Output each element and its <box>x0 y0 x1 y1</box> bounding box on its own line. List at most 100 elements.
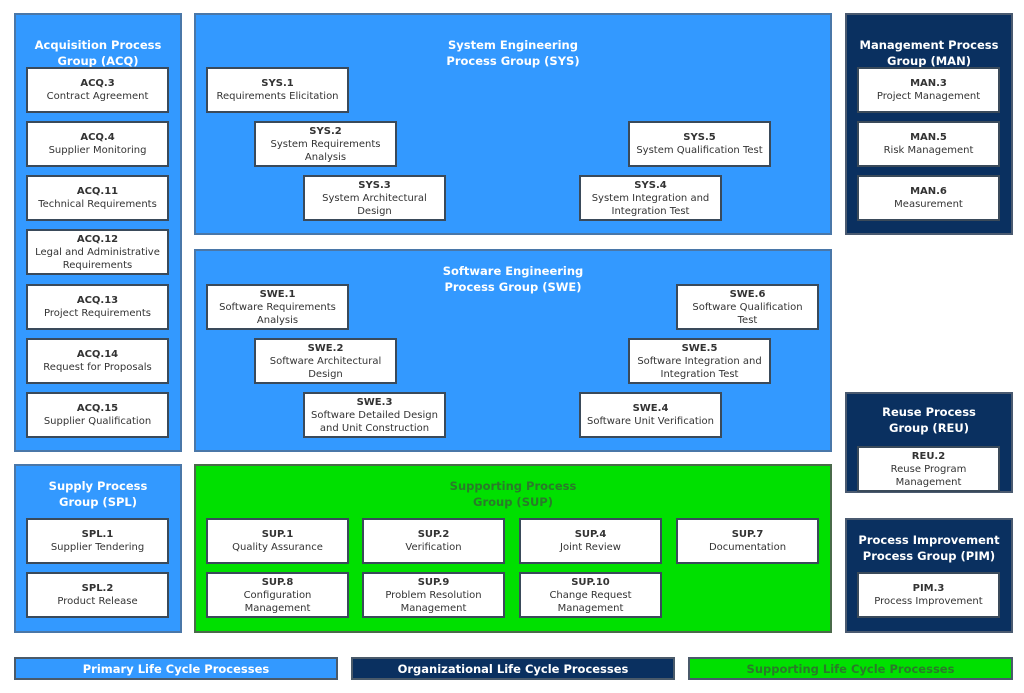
process-name: Software Integration and Integration Tes… <box>637 355 762 380</box>
process-code: PIM.3 <box>912 583 945 594</box>
process-box-sys-1: SYS.1 Requirements Elicitation <box>206 67 349 113</box>
process-name: System Architectural Design <box>322 192 427 217</box>
process-box-spl-1: SPL.1 Supplier Tendering <box>26 518 169 564</box>
process-code: SUP.2 <box>417 529 450 540</box>
process-name: Project Requirements <box>44 308 151 319</box>
process-name: Joint Review <box>560 542 621 553</box>
process-name: Supplier Monitoring <box>48 145 147 156</box>
process-box-sup-9: SUP.9 Problem Resolution Management <box>362 572 505 618</box>
process-box-sup-10: SUP.10 Change Request Management <box>519 572 662 618</box>
process-name: Software Requirements Analysis <box>219 301 336 326</box>
process-code: SYS.5 <box>683 132 716 143</box>
process-code: ACQ.14 <box>76 349 119 360</box>
process-box-acq-14: ACQ.14 Request for Proposals <box>26 338 169 384</box>
process-box-sys-3: SYS.3 System Architectural Design <box>303 175 446 221</box>
legend-primary: Primary Life Cycle Processes <box>14 657 338 680</box>
process-code: SYS.2 <box>309 125 342 137</box>
process-name: Software Qualification Test <box>692 301 803 326</box>
group-title: Process Improvement Process Group (PIM) <box>858 533 1000 563</box>
process-box-spl-2: SPL.2 Product Release <box>26 572 169 618</box>
process-box-swe-4: SWE.4 Software Unit Verification <box>579 392 722 438</box>
group-title: Management Process Group (MAN) <box>859 38 999 68</box>
process-name: Project Management <box>876 91 981 102</box>
process-box-sup-8: SUP.8 Configuration Management <box>206 572 349 618</box>
process-name: Software Unit Verification <box>587 416 714 427</box>
process-name: Contract Agreement <box>46 91 149 102</box>
process-box-reu-2: REU.2 Reuse Program Management <box>857 446 1000 492</box>
process-code: SUP.4 <box>574 529 607 540</box>
process-code: SWE.2 <box>307 342 344 354</box>
process-box-swe-6: SWE.6 Software Qualification Test <box>676 284 819 330</box>
process-box-swe-1: SWE.1 Software Requirements Analysis <box>206 284 349 330</box>
group-title: Acquisition Process Group (ACQ) <box>34 38 162 68</box>
process-name: Software Detailed Design and Unit Constr… <box>311 409 438 434</box>
process-box-man-6: MAN.6 Measurement <box>857 175 1000 221</box>
process-code: ACQ.3 <box>80 78 115 89</box>
process-code: SWE.4 <box>632 403 669 414</box>
process-name: Reuse Program Management <box>890 463 967 488</box>
process-name: Legal and Administrative Requirements <box>35 246 160 271</box>
process-code: SPL.2 <box>81 583 114 594</box>
process-name: Problem Resolution Management <box>385 589 482 614</box>
process-code: MAN.6 <box>910 186 947 197</box>
process-name: Requirements Elicitation <box>216 91 339 102</box>
process-code: SYS.3 <box>358 179 391 191</box>
process-code: SWE.3 <box>356 396 393 408</box>
process-code: ACQ.13 <box>76 295 119 306</box>
process-box-acq-11: ACQ.11 Technical Requirements <box>26 175 169 221</box>
process-box-swe-2: SWE.2 Software Architectural Design <box>254 338 397 384</box>
process-box-sys-5: SYS.5 System Qualification Test <box>628 121 771 167</box>
process-code: ACQ.11 <box>76 186 119 197</box>
process-name: Supplier Qualification <box>43 416 152 427</box>
process-name: Supplier Tendering <box>50 542 145 553</box>
process-code: SUP.8 <box>261 576 294 588</box>
group-title: Supporting Process Group (SUP) <box>449 479 577 509</box>
process-name: Configuration Management <box>243 589 312 614</box>
process-box-sys-2: SYS.2 System Requirements Analysis <box>254 121 397 167</box>
process-box-acq-13: ACQ.13 Project Requirements <box>26 284 169 330</box>
process-box-acq-12: ACQ.12 Legal and Administrative Requireme… <box>26 229 169 275</box>
process-box-sup-1: SUP.1 Quality Assurance <box>206 518 349 564</box>
process-code: SUP.10 <box>571 576 610 588</box>
process-code: ACQ.12 <box>76 233 119 245</box>
process-code: MAN.5 <box>910 132 947 143</box>
process-name: System Requirements Analysis <box>270 138 381 163</box>
process-name: Verification <box>405 542 462 553</box>
process-code: ACQ.15 <box>76 403 119 414</box>
legend-support: Supporting Life Cycle Processes <box>688 657 1013 680</box>
process-code: SPL.1 <box>81 529 114 540</box>
process-name: Software Architectural Design <box>269 355 382 380</box>
process-box-sup-4: SUP.4 Joint Review <box>519 518 662 564</box>
process-box-swe-3: SWE.3 Software Detailed Design and Unit C… <box>303 392 446 438</box>
process-name: Process Improvement <box>874 596 983 607</box>
process-code: MAN.3 <box>910 78 947 89</box>
process-box-swe-5: SWE.5 Software Integration and Integratio… <box>628 338 771 384</box>
process-code: REU.2 <box>911 450 946 462</box>
group-title: Supply Process Group (SPL) <box>48 479 148 509</box>
process-box-sys-4: SYS.4 System Integration and Integration … <box>579 175 722 221</box>
process-box-pim-3: PIM.3 Process Improvement <box>857 572 1000 618</box>
process-box-sup-7: SUP.7 Documentation <box>676 518 819 564</box>
process-code: SUP.1 <box>261 529 294 540</box>
process-name: Technical Requirements <box>38 199 157 210</box>
process-code: SWE.5 <box>681 342 718 354</box>
process-name: Risk Management <box>883 145 974 156</box>
process-code: ACQ.4 <box>80 132 115 143</box>
process-name: Quality Assurance <box>232 542 323 553</box>
process-name: System Qualification Test <box>636 145 763 156</box>
group-title: System Engineering Process Group (SYS) <box>446 38 580 68</box>
process-box-acq-3: ACQ.3 Contract Agreement <box>26 67 169 113</box>
process-name: System Integration and Integration Test <box>591 192 710 217</box>
process-box-man-3: MAN.3 Project Management <box>857 67 1000 113</box>
process-code: SYS.4 <box>634 179 667 191</box>
process-name: Documentation <box>708 542 787 553</box>
process-name: Change Request Management <box>549 589 632 614</box>
process-code: SWE.1 <box>259 288 296 300</box>
process-box-acq-15: ACQ.15 Supplier Qualification <box>26 392 169 438</box>
process-code: SUP.7 <box>731 529 764 540</box>
process-name: Request for Proposals <box>43 362 152 373</box>
process-box-man-5: MAN.5 Risk Management <box>857 121 1000 167</box>
process-name: Measurement <box>894 199 963 210</box>
process-box-sup-2: SUP.2 Verification <box>362 518 505 564</box>
process-code: SWE.6 <box>729 288 766 300</box>
